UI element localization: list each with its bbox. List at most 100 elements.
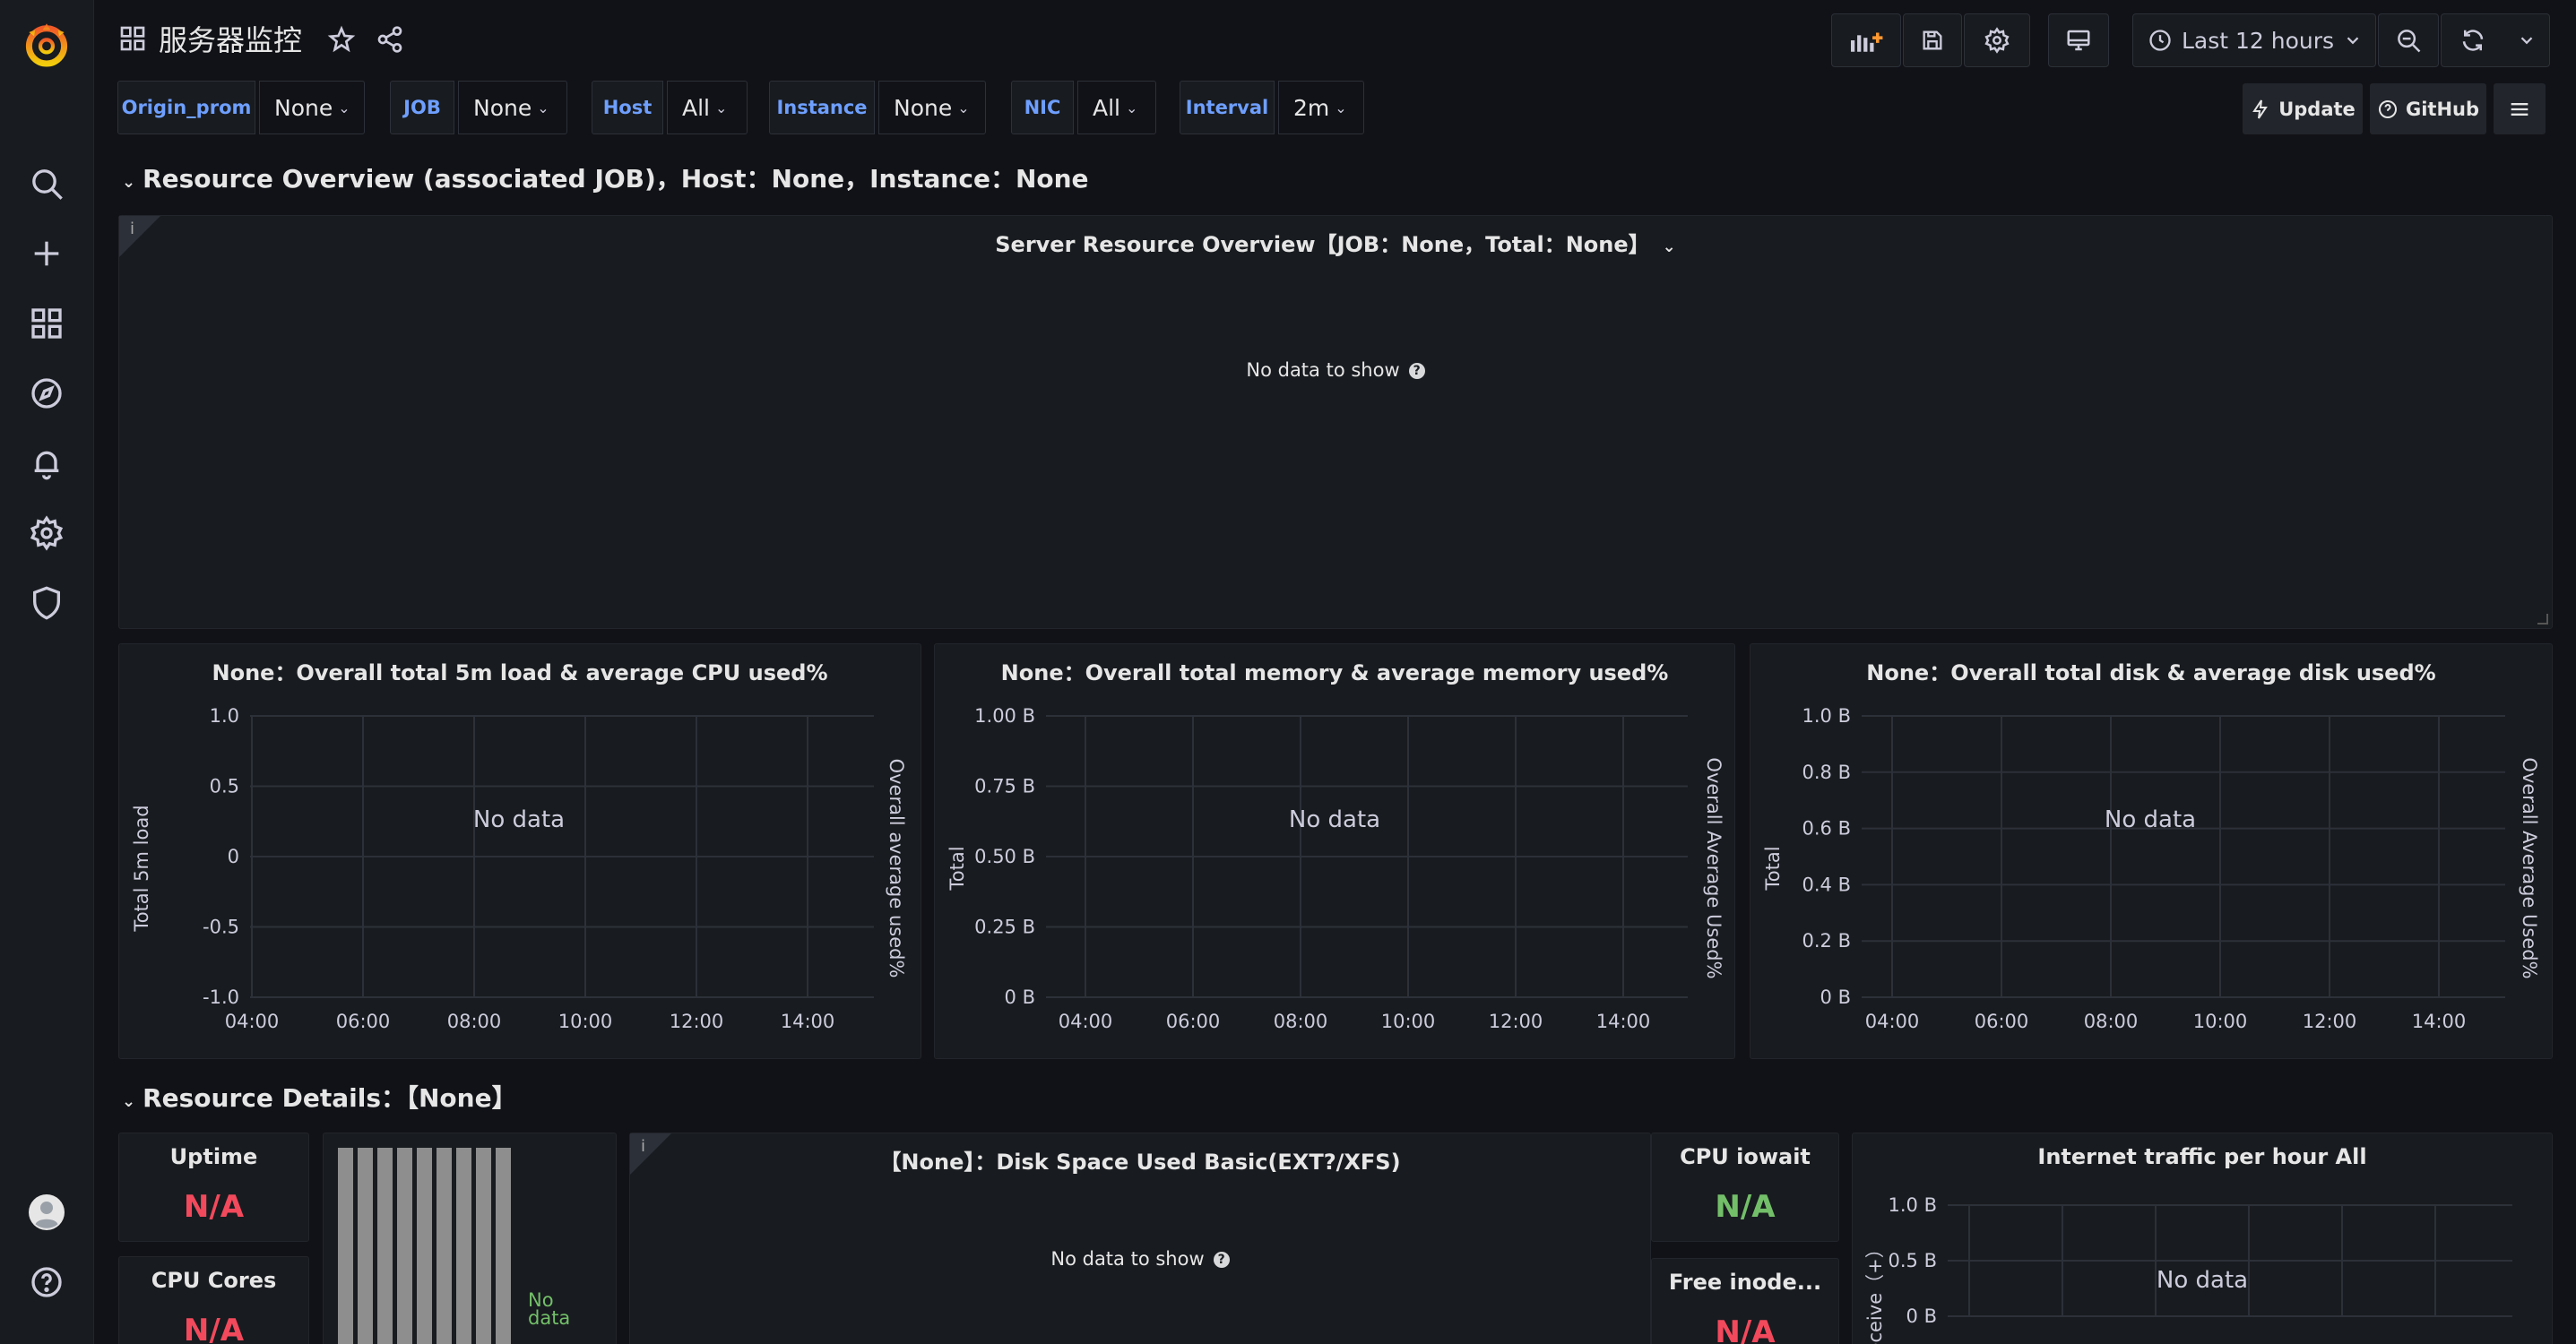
memory-graph-canvas[interactable]: 1.00 B 0.75 B 0.50 B 0.25 B 0 B 04:00 06:00 08:… — [935, 644, 1736, 1060]
internet-graph-canvas[interactable]: 1.0 B 0.5 B 0 B /receive（+） No data — [1853, 1133, 2554, 1344]
row-header-overview[interactable]: ⌄ Resource Overview (associated JOB)，Host… — [122, 159, 1089, 195]
refresh-icon — [2462, 30, 2484, 51]
configuration-gear-icon[interactable] — [24, 511, 69, 556]
variable-select-interval[interactable]: 2m ⌄ — [1278, 81, 1364, 134]
variable-select-host[interactable]: All ⌄ — [667, 81, 748, 134]
time-range-picker[interactable]: Last 12 hours — [2132, 13, 2376, 67]
user-avatar-icon[interactable] — [24, 1190, 69, 1235]
share-icon[interactable] — [374, 23, 406, 56]
no-data-text: No data to show — [1246, 359, 1400, 381]
star-icon[interactable] — [325, 23, 358, 56]
x-tick-label: 08:00 — [1274, 1011, 1328, 1032]
y-tick-label: 0 — [228, 846, 239, 867]
x-tick-label: 04:00 — [1865, 1011, 1920, 1032]
stat-value: N/A — [183, 1313, 245, 1344]
chevron-down-icon: ⌄ — [1335, 99, 1347, 116]
no-data-text: No data — [473, 806, 565, 833]
variable-select-job[interactable]: None ⌄ — [458, 81, 567, 134]
y-tick-label: 0.75 B — [974, 776, 1035, 797]
y-axis-label-left: Total — [947, 846, 968, 891]
variable-value: None — [473, 94, 532, 121]
alerting-bell-icon[interactable] — [24, 441, 69, 486]
panel-disk-space: i 【None】：Disk Space Used Basic(EXT?/XFS)… — [629, 1133, 1651, 1344]
panel-title[interactable]: CPU Cores — [119, 1268, 308, 1293]
chevron-down-icon: ⌄ — [1662, 237, 1676, 256]
x-tick-label: 06:00 — [1975, 1011, 2029, 1032]
panel-free-inodes: Free inode... N/A — [1651, 1258, 1839, 1344]
chevron-down-icon[interactable] — [2517, 30, 2537, 50]
panel-title[interactable]: Free inode... — [1652, 1270, 1838, 1295]
y-tick-label: 1.0 B — [1889, 1194, 1937, 1216]
x-tick-label: 14:00 — [1596, 1011, 1651, 1032]
x-tick-label: 08:00 — [2084, 1011, 2139, 1032]
y-tick-label: 0.50 B — [974, 846, 1035, 867]
dashboard-settings-button[interactable] — [1964, 13, 2030, 67]
no-data-message: No data to show? — [630, 1248, 1650, 1270]
update-link-button[interactable]: Update — [2243, 83, 2363, 134]
chevron-down-icon: ⌄ — [957, 99, 970, 116]
help-icon[interactable] — [24, 1260, 69, 1305]
save-dashboard-button[interactable] — [1903, 13, 1962, 67]
y-tick-label: 0.6 B — [1802, 818, 1851, 840]
refresh-button[interactable] — [2441, 13, 2550, 67]
top-navbar: 服务器监控 Last 12 hours — [94, 0, 2576, 79]
bar-gauge-bar — [358, 1148, 373, 1344]
bar-gauge-bar — [377, 1148, 393, 1344]
y-axis-label-right: Overall Average Used% — [1703, 757, 1725, 978]
variable-select-instance[interactable]: None ⌄ — [878, 81, 986, 134]
add-panel-button[interactable] — [1831, 13, 1901, 67]
y-axis-label-right: Overall Average Used% — [2519, 757, 2540, 978]
panel-title[interactable]: 【None】：Disk Space Used Basic(EXT?/XFS) — [630, 1144, 1650, 1176]
no-data-line: data — [528, 1307, 571, 1329]
dashboards-grid-icon[interactable] — [24, 301, 69, 346]
chevron-down-icon: ⌄ — [122, 173, 136, 192]
search-icon[interactable] — [24, 161, 69, 206]
disk-graph-canvas[interactable]: 1.0 B 0.8 B 0.6 B 0.4 B 0.2 B 0 B 04:00 06:00 08… — [1750, 644, 2554, 1060]
hamburger-menu-icon — [2511, 102, 2528, 116]
variable-value: 2m — [1293, 94, 1330, 121]
variable-label-instance: Instance — [769, 81, 875, 134]
variable-select-nic[interactable]: All ⌄ — [1077, 81, 1156, 134]
sidebar — [0, 0, 94, 1344]
tv-mode-button[interactable] — [2048, 13, 2109, 67]
x-tick-label: 12:00 — [1489, 1011, 1543, 1032]
clock-icon — [2149, 30, 2171, 51]
panel-bar-gauge: No data — [323, 1133, 617, 1344]
x-tick-label: 06:00 — [336, 1011, 391, 1032]
chevron-down-icon: ⌄ — [338, 99, 350, 116]
y-tick-label: 0.4 B — [1802, 874, 1851, 895]
github-link-label: GitHub — [2405, 98, 2480, 120]
panel-title[interactable]: CPU iowait — [1652, 1144, 1838, 1169]
variable-label-host: Host — [592, 81, 663, 134]
x-tick-label: 06:00 — [1166, 1011, 1221, 1032]
row-header-details[interactable]: ⌄ Resource Details：【None】 — [122, 1079, 517, 1115]
graph-grid: 1.0 B 0.5 B 0 B — [1889, 1194, 2512, 1327]
panel-cpu-load: None：Overall total 5m load & average CPU… — [118, 643, 921, 1059]
chevron-down-icon — [2347, 37, 2359, 45]
dashboards-grid-icon[interactable] — [117, 23, 148, 54]
zoom-out-button[interactable] — [2378, 13, 2439, 67]
resize-handle[interactable] — [2537, 614, 2548, 625]
bar-gauge-bar — [476, 1148, 491, 1344]
variable-value: None — [894, 94, 953, 121]
server-admin-shield-icon[interactable] — [24, 581, 69, 625]
y-tick-label: 0 B — [1906, 1305, 1937, 1327]
zoom-out-icon — [2398, 30, 2421, 53]
x-tick-label: 10:00 — [2193, 1011, 2248, 1032]
grafana-logo-icon[interactable] — [20, 18, 73, 72]
cpu-graph-canvas[interactable]: 1.0 0.5 0 -0.5 -1.0 04:00 06:00 08:00 10:00 12:00… — [119, 644, 922, 1060]
chevron-down-icon: ⌄ — [122, 1092, 136, 1111]
explore-compass-icon[interactable] — [24, 371, 69, 416]
github-link-button[interactable]: GitHub — [2370, 83, 2486, 134]
panel-title[interactable]: Server Resource Overview【JOB：None，Total：… — [119, 227, 2552, 258]
menu-button[interactable] — [2494, 83, 2546, 134]
x-tick-label: 14:00 — [2412, 1011, 2467, 1032]
variable-label-origin-prom: Origin_prom — [117, 81, 255, 134]
settings-icon — [1984, 27, 2010, 54]
dashboard-title[interactable]: 服务器监控 — [159, 18, 302, 59]
plus-icon[interactable] — [24, 231, 69, 276]
y-tick-label: 0.8 B — [1802, 762, 1851, 783]
panel-title[interactable]: Uptime — [119, 1144, 308, 1169]
bar-gauge-bar — [437, 1148, 452, 1344]
variable-select-origin-prom[interactable]: None ⌄ — [259, 81, 365, 134]
